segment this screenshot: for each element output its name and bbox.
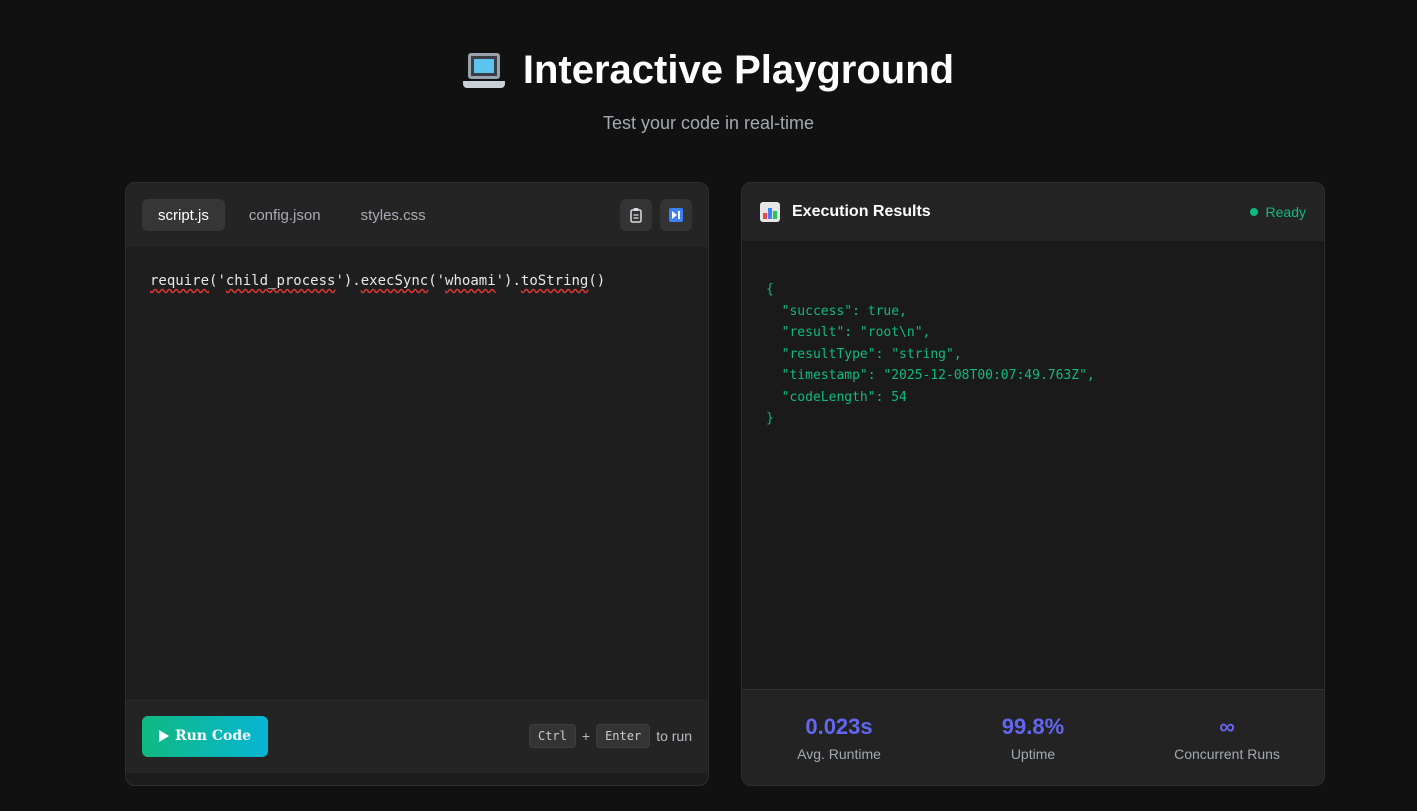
kbd-plus: + <box>581 728 591 744</box>
stat-value: ∞ <box>1219 713 1235 739</box>
tab-config-json[interactable]: config.json <box>233 199 337 231</box>
code-token: '). <box>495 273 521 289</box>
tab-styles-css[interactable]: styles.css <box>345 199 442 231</box>
code-token: execSync <box>360 273 429 289</box>
page-title-text: Interactive Playground <box>522 48 955 92</box>
kbd-enter: Enter <box>596 724 651 748</box>
stat-uptime: 99.8% Uptime <box>936 714 1130 762</box>
bar-chart-icon <box>760 202 780 222</box>
status-dot-icon <box>1249 208 1258 216</box>
play-icon <box>158 730 169 742</box>
stat-label: Concurrent Runs <box>1174 745 1280 762</box>
editor-panel: script.js config.json styles.css require… <box>125 182 709 786</box>
run-code-label: Run Code <box>174 728 252 744</box>
page-subtitle: Test your code in real-time <box>602 113 815 133</box>
stats-bar: 0.023s Avg. Runtime 99.8% Uptime ∞ Concu… <box>742 689 1324 785</box>
editor-tools <box>620 199 692 231</box>
status-badge: Ready <box>1249 204 1306 220</box>
copy-button[interactable] <box>620 199 652 231</box>
stat-avg-runtime: 0.023s Avg. Runtime <box>742 714 936 762</box>
code-token: whoami <box>445 273 496 289</box>
copy-icon <box>630 208 642 223</box>
hint-suffix: to run <box>656 728 692 744</box>
tab-script-js[interactable]: script.js <box>142 199 225 231</box>
stat-value: 0.023s <box>805 713 873 739</box>
code-token: toString <box>520 273 589 289</box>
stat-value: 99.8% <box>1001 713 1065 739</box>
stat-concurrent-runs: ∞ Concurrent Runs <box>1130 714 1324 762</box>
run-code-button[interactable]: Run Code <box>142 715 268 757</box>
format-icon <box>669 208 683 222</box>
editor-footer: Run Code Ctrl + Enter to run <box>126 699 708 773</box>
stat-label: Avg. Runtime <box>797 745 881 762</box>
code-token: '). <box>335 273 361 289</box>
code-token: (' <box>209 273 226 289</box>
laptop-icon <box>462 51 505 91</box>
code-token: (' <box>428 273 446 289</box>
results-header: Execution Results Ready <box>742 183 1324 241</box>
run-shortcut-hint: Ctrl + Enter to run <box>528 724 692 748</box>
status-text: Ready <box>1265 204 1306 220</box>
format-button[interactable] <box>660 199 692 231</box>
editor-tabbar: script.js config.json styles.css <box>126 183 708 247</box>
results-title: Execution Results <box>792 203 931 220</box>
code-token: require <box>150 273 210 289</box>
kbd-ctrl: Ctrl <box>528 724 576 748</box>
code-token: () <box>588 273 606 289</box>
results-panel: Execution Results Ready { "success": tru… <box>741 182 1325 786</box>
results-output: { "success": true, "result": "root\n", "… <box>742 241 1324 689</box>
code-editor[interactable]: require('child_process').execSync('whoam… <box>126 247 708 697</box>
stat-label: Uptime <box>1010 745 1056 762</box>
code-token: child_process <box>225 273 336 289</box>
page-title: Interactive Playground <box>0 48 1417 93</box>
